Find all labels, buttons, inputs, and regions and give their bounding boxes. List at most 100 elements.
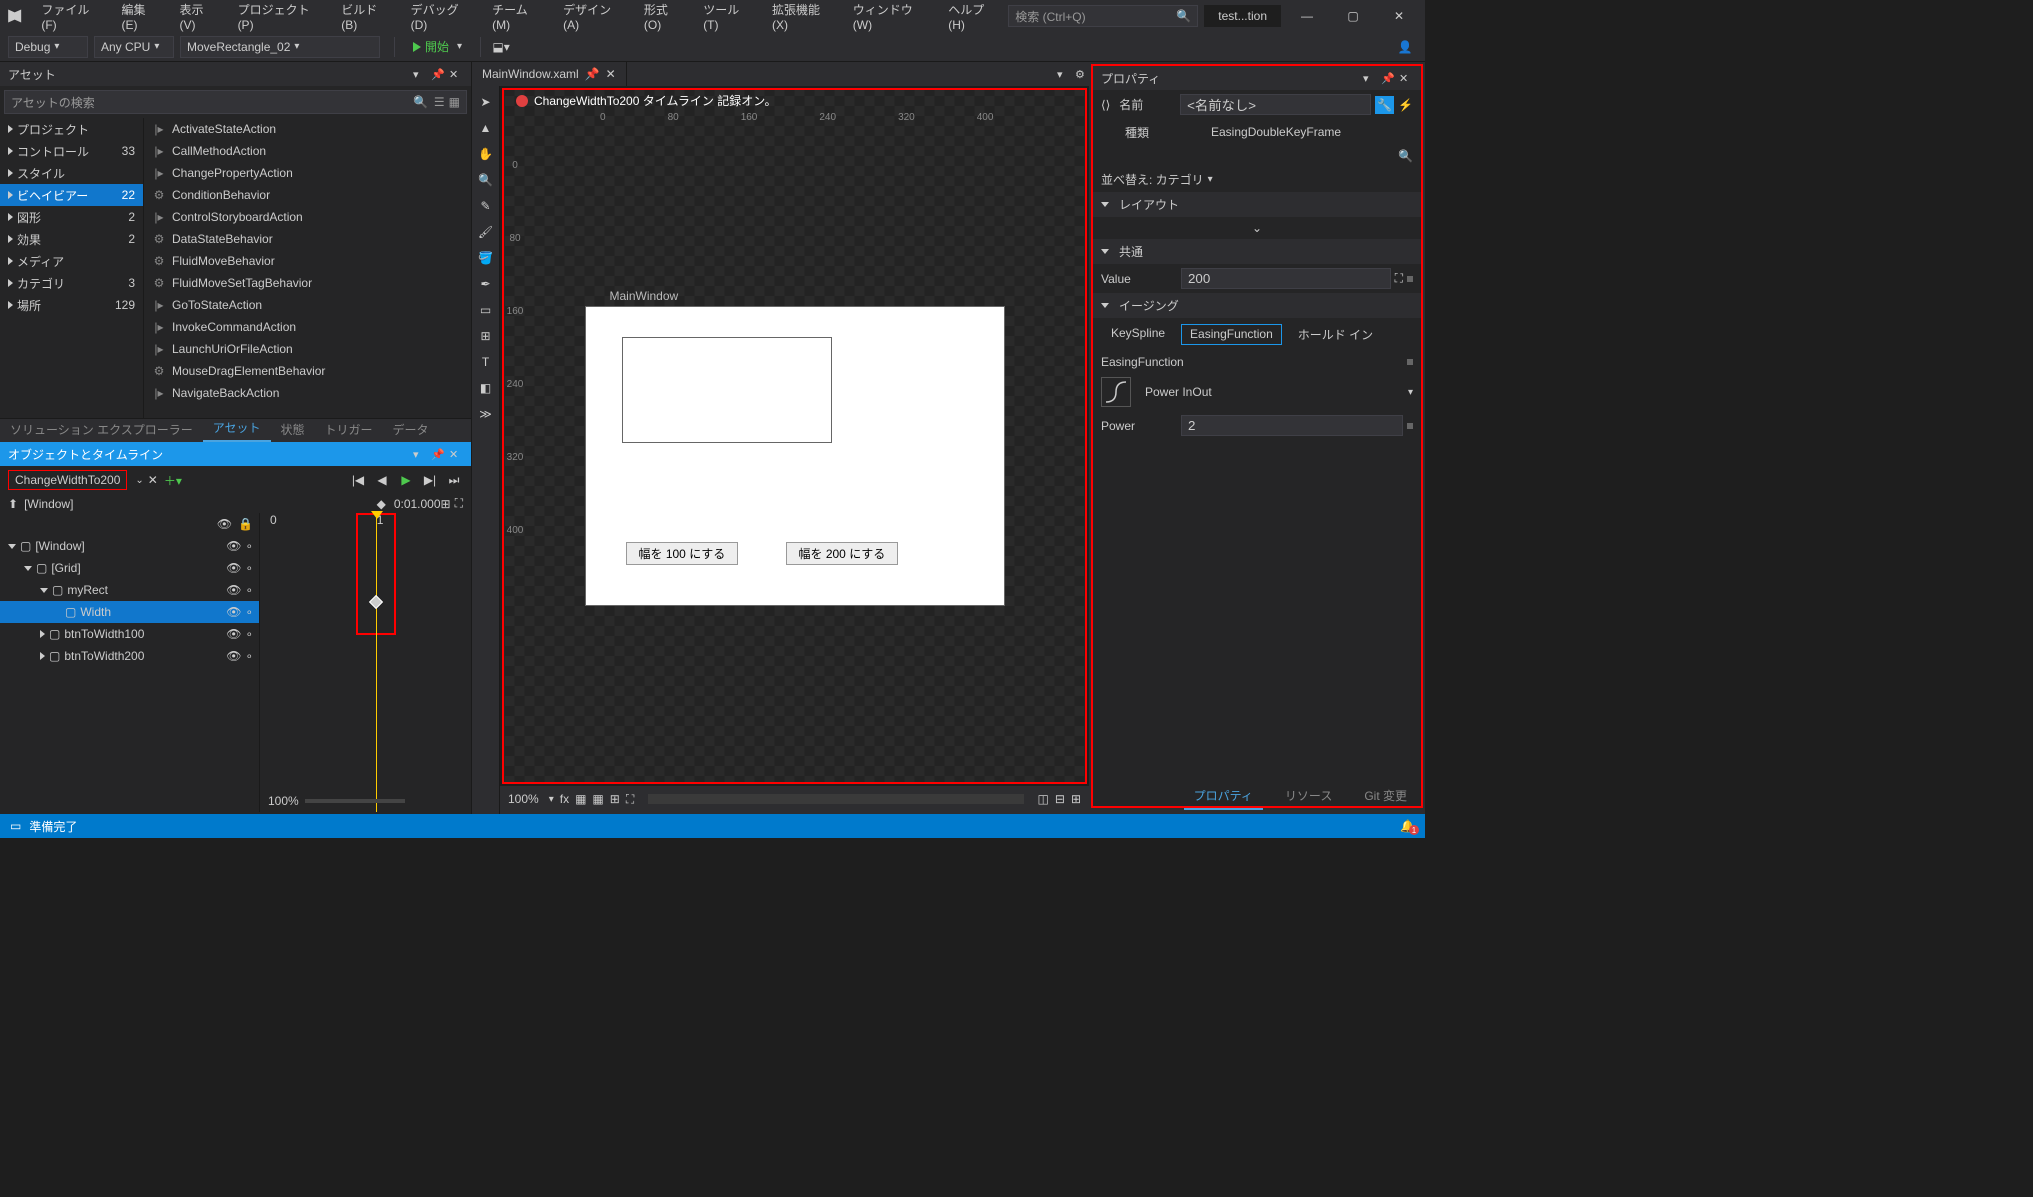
asset-item[interactable]: |▸CallMethodAction (144, 140, 471, 162)
asset-category[interactable]: カテゴリ3 (0, 272, 143, 294)
asset-category[interactable]: プロジェクト (0, 118, 143, 140)
property-marker[interactable] (1407, 423, 1413, 429)
horizontal-scrollbar[interactable] (648, 794, 1023, 804)
easing-tab[interactable]: EasingFunction (1181, 324, 1282, 345)
asset-item[interactable]: |▸GoToStateAction (144, 294, 471, 316)
section-easing[interactable]: イージング (1093, 293, 1421, 318)
eye-icon[interactable]: 👁 (226, 539, 241, 553)
eye-icon[interactable]: 👁 (226, 561, 241, 575)
timeline-tree-row[interactable]: ▢btnToWidth200👁∘ (0, 645, 259, 667)
asset-item[interactable]: ⚙FluidMoveBehavior (144, 250, 471, 272)
document-tab[interactable]: MainWindow.xaml 📌 ✕ (472, 62, 627, 86)
global-search-input[interactable]: 検索 (Ctrl+Q) 🔍 (1008, 5, 1198, 27)
left-tab[interactable]: 状態 (271, 417, 315, 442)
eye-icon[interactable]: 👁 (226, 605, 241, 619)
asset-item[interactable]: |▸LaunchUriOrFileAction (144, 338, 471, 360)
pin-icon[interactable]: 📌 (431, 68, 445, 81)
property-marker[interactable] (1407, 359, 1413, 365)
record-keyframe-icon[interactable]: ◆ (377, 497, 386, 511)
timeline-tree-row[interactable]: ▢[Grid]👁∘ (0, 557, 259, 579)
left-tab[interactable]: アセット (203, 415, 271, 442)
startup-combo[interactable]: MoveRectangle_02▾ (180, 36, 380, 58)
pin-icon[interactable]: 📌 (431, 448, 445, 461)
split-icon-3[interactable]: ⊞ (1071, 792, 1081, 806)
asset-category[interactable]: 効果2 (0, 228, 143, 250)
asset-category[interactable]: スタイル (0, 162, 143, 184)
timeline-tree-row[interactable]: ▢myRect👁∘ (0, 579, 259, 601)
start-button[interactable]: 開始 ▾ (403, 38, 472, 55)
design-canvas[interactable]: 選択項目なし ChangeWidthTo200 タイムライン 記録オン。 080… (502, 88, 1087, 784)
asset-tool-icon[interactable]: ≫ (474, 402, 498, 426)
chevron-down-icon[interactable]: ⌄ (1093, 217, 1421, 239)
button-to-width-100[interactable]: 幅を 100 にする (626, 542, 739, 565)
search-icon[interactable]: 🔍 (1398, 149, 1413, 163)
close-button[interactable]: ✕ (1379, 2, 1419, 30)
tab-git-changes[interactable]: Git 変更 (1354, 783, 1417, 810)
sort-label[interactable]: 並べ替え: カテゴリ (1101, 171, 1204, 188)
eyedropper-tool-icon[interactable]: ✎ (474, 194, 498, 218)
eye-icon[interactable]: 👁 (226, 649, 241, 663)
asset-item[interactable]: ⚙ConditionBehavior (144, 184, 471, 206)
timeline-tree-row[interactable]: ▢Width👁∘ (0, 601, 259, 623)
effects-icon[interactable]: fx (560, 792, 569, 806)
pin-icon[interactable]: 📌 (585, 67, 600, 81)
asset-category[interactable]: 場所129 (0, 294, 143, 316)
goto-first-frame-button[interactable]: |◀ (349, 471, 367, 489)
panel-dropdown-icon[interactable]: ▾ (413, 448, 427, 461)
asset-item[interactable]: |▸NavigateBackAction (144, 382, 471, 404)
split-icon-2[interactable]: ⊟ (1055, 792, 1065, 806)
close-icon[interactable]: ✕ (606, 67, 616, 81)
close-icon[interactable]: ✕ (449, 68, 463, 81)
lock-dot-icon[interactable]: ∘ (245, 605, 253, 619)
close-icon[interactable]: ✕ (449, 448, 463, 461)
asset-item[interactable]: |▸ControlStoryboardAction (144, 206, 471, 228)
view-grid-icon[interactable]: ▦ (449, 95, 460, 109)
value-input[interactable] (1181, 268, 1391, 289)
pin-icon[interactable]: 📌 (1381, 72, 1395, 85)
button-to-width-200[interactable]: 幅を 200 にする (786, 542, 899, 565)
panel-dropdown-icon[interactable]: ▾ (413, 68, 427, 81)
timeline-tracks[interactable]: 0 1 100% (260, 513, 471, 812)
zoom-label[interactable]: 100% (508, 792, 539, 806)
live-share-icon[interactable]: 👤 (1393, 35, 1417, 59)
asset-category[interactable]: コントロール33 (0, 140, 143, 162)
close-storyboard-icon[interactable]: ✕ (148, 473, 158, 487)
options-icon[interactable]: ⛶ (455, 496, 463, 511)
pan-tool-icon[interactable]: ✋ (474, 142, 498, 166)
view-list-icon[interactable]: ☰ (434, 95, 445, 109)
config-combo[interactable]: Debug▾ (8, 36, 88, 58)
close-icon[interactable]: ✕ (1399, 72, 1413, 85)
timeline-tree-row[interactable]: ▢[Window]👁∘ (0, 535, 259, 557)
left-tab[interactable]: ソリューション エクスプローラー (0, 417, 203, 442)
asset-item[interactable]: ⚙DataStateBehavior (144, 228, 471, 250)
storyboard-dropdown-icon[interactable]: ⌄ (135, 475, 143, 486)
zoom-tool-icon[interactable]: 🔍 (474, 168, 498, 192)
platform-combo[interactable]: Any CPU▾ (94, 36, 174, 58)
split-icon[interactable]: ◫ (1038, 792, 1049, 806)
left-tab[interactable]: トリガー (315, 417, 383, 442)
eye-icon[interactable]: 👁 (217, 517, 232, 531)
eye-icon[interactable]: 👁 (226, 583, 241, 597)
direct-select-tool-icon[interactable]: ▲ (474, 116, 498, 140)
easing-tab[interactable]: KeySpline (1103, 324, 1173, 345)
playhead-handle-icon[interactable] (371, 511, 383, 519)
section-common[interactable]: 共通 (1093, 239, 1421, 264)
lock-dot-icon[interactable]: ∘ (245, 649, 253, 663)
tab-resources[interactable]: リソース (1275, 783, 1342, 810)
power-input[interactable] (1181, 415, 1403, 436)
scope-up-icon[interactable]: ⬆ (8, 497, 18, 511)
timeline-tree-row[interactable]: ▢btnToWidth100👁∘ (0, 623, 259, 645)
brush-tool-icon[interactable]: 🖌 (474, 220, 498, 244)
minimize-button[interactable]: — (1287, 2, 1327, 30)
wrench-icon[interactable]: 🔧 (1375, 96, 1394, 114)
easing-tab[interactable]: ホールド イン (1290, 324, 1381, 345)
rectangle-myrect[interactable] (622, 337, 832, 443)
asset-item[interactable]: ⚙MouseDragElementBehavior (144, 360, 471, 382)
asset-category[interactable]: 図形2 (0, 206, 143, 228)
goto-last-frame-button[interactable]: ⏭ (445, 471, 463, 489)
snap-icon[interactable]: ▦ (592, 792, 603, 806)
prev-frame-button[interactable]: ◀ (373, 471, 391, 489)
eye-icon[interactable]: 👁 (226, 627, 241, 641)
property-marker[interactable] (1407, 276, 1413, 282)
pen-tool-icon[interactable]: ✒ (474, 272, 498, 296)
